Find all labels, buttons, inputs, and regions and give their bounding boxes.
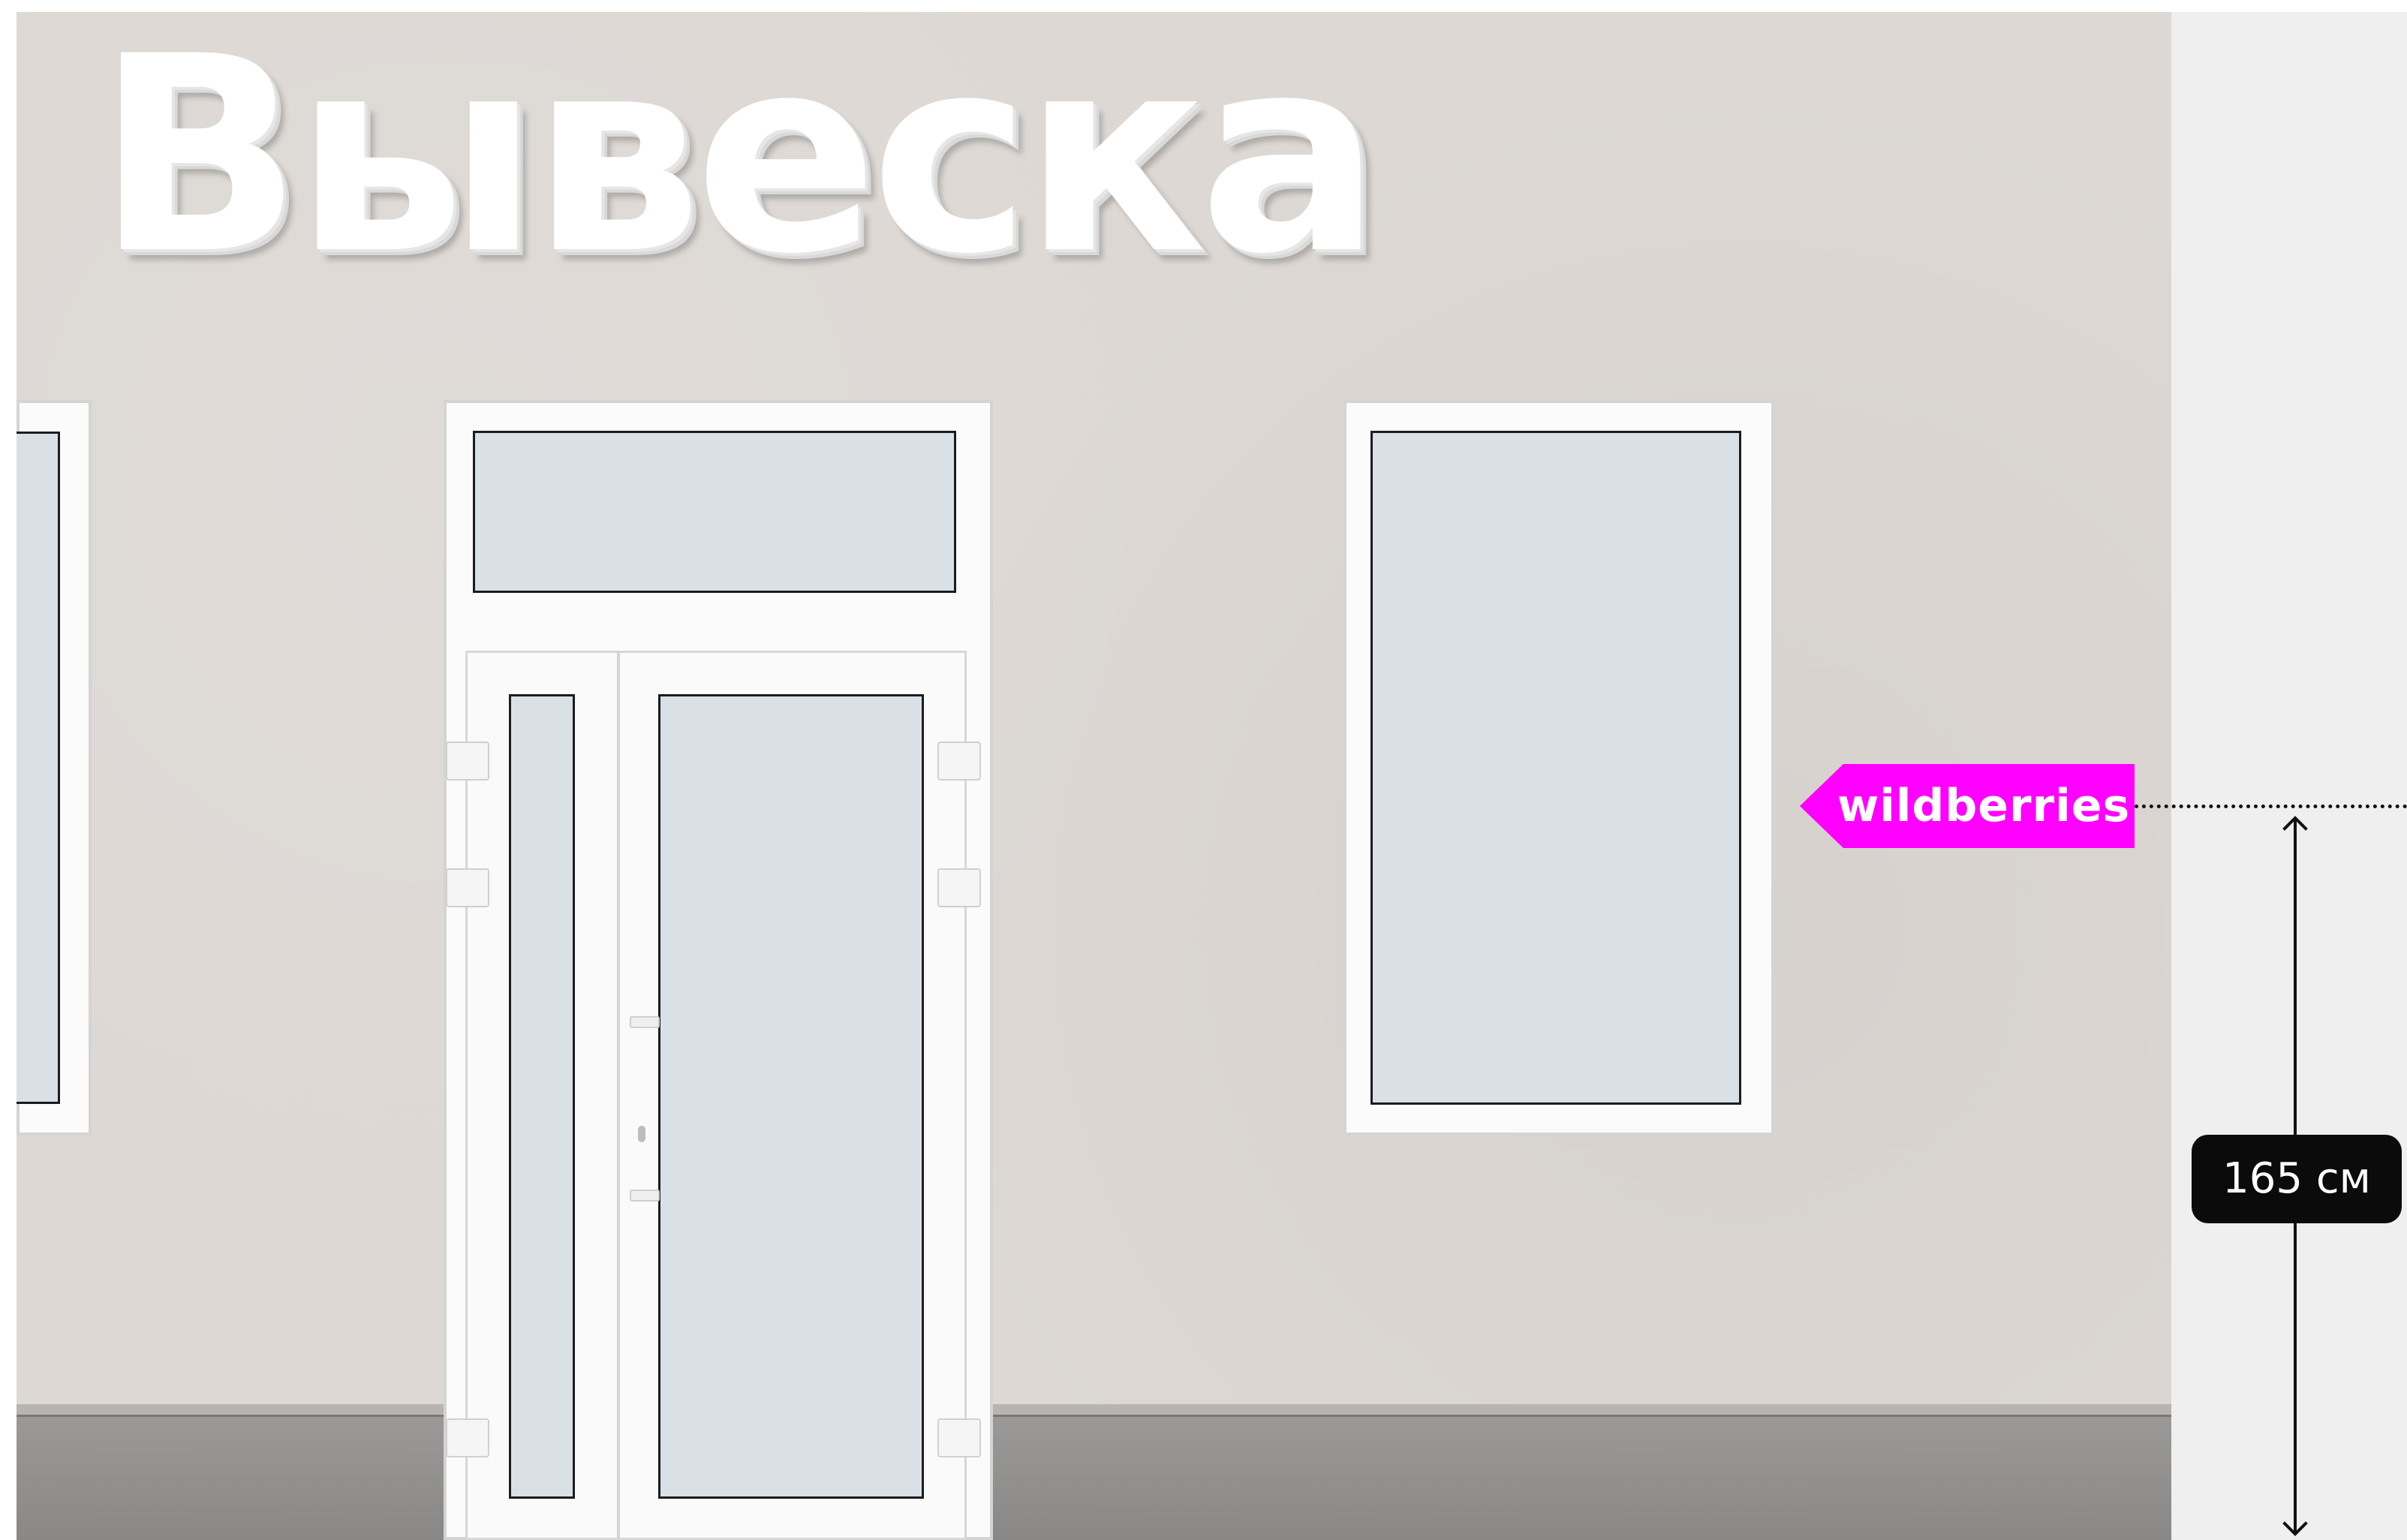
right-window-glass	[1370, 431, 1741, 1105]
plinth-ledge	[17, 1404, 2171, 1417]
door-hinge	[937, 1418, 981, 1457]
door-hinge	[446, 1418, 489, 1457]
height-guide-line	[2135, 805, 2407, 808]
door-handle	[630, 1016, 660, 1028]
store-sign-title: Вывеска	[96, 0, 1382, 313]
door-divider	[617, 651, 620, 1540]
door-left-glass	[509, 694, 575, 1499]
door-keyhole	[638, 1126, 645, 1142]
building-plinth	[17, 1406, 2171, 1540]
arrow-down-icon	[2282, 1521, 2308, 1536]
wildberries-sign: wildberries	[1800, 764, 2135, 848]
door-handle	[630, 1190, 660, 1202]
left-window-glass	[17, 432, 60, 1104]
height-measure-label: 165 см	[2192, 1135, 2402, 1223]
door-hinge	[937, 868, 981, 907]
door-right-glass	[658, 694, 924, 1499]
wildberries-logo-text: wildberries	[1837, 780, 2131, 832]
door-hinge	[937, 741, 981, 781]
door-hinge	[446, 868, 489, 907]
door-hinge	[446, 741, 489, 781]
door-transom-glass	[473, 431, 956, 593]
arrow-up-icon	[2282, 816, 2308, 831]
background-panel	[2171, 12, 2407, 1540]
